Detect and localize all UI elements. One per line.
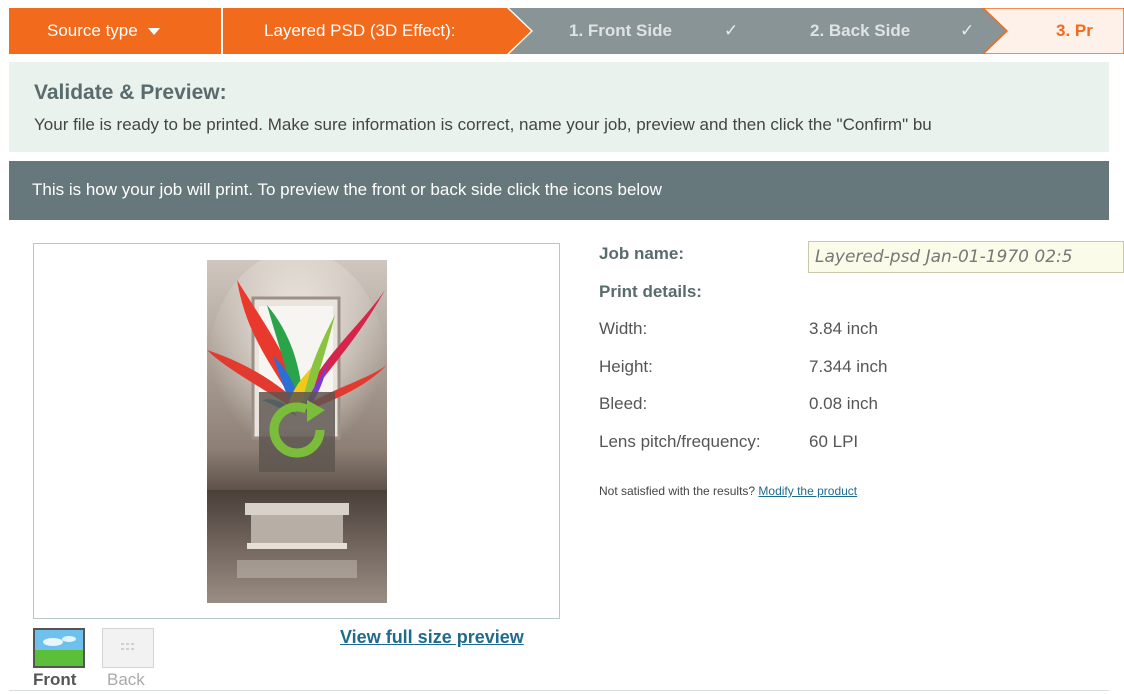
not-satisfied-note: Not satisfied with the results? Modify t… [599, 484, 857, 498]
width-label: Width: [599, 319, 648, 338]
preview-box [33, 243, 560, 619]
step-bar-background [9, 8, 1124, 54]
print-preview-image [207, 260, 387, 603]
validate-panel: Validate & Preview: Your file is ready t… [9, 62, 1109, 152]
print-details-label: Print details: [599, 282, 702, 301]
step-preview: 3. Pr [1056, 21, 1093, 40]
modify-product-link[interactable]: Modify the product [758, 484, 857, 498]
bleed-label: Bleed: [599, 394, 648, 413]
job-name-label: Job name: [599, 244, 685, 263]
preview-info-bar: This is how your job will print. To prev… [9, 161, 1109, 220]
front-label[interactable]: Front [33, 670, 76, 690]
width-value: 3.84 inch [809, 319, 878, 338]
bottom-divider [9, 690, 1109, 691]
back-side-thumbnail[interactable] [102, 628, 154, 668]
lens-pitch-label: Lens pitch/frequency: [599, 432, 761, 451]
back-label[interactable]: Back [107, 670, 145, 690]
source-type-label: Source type [47, 21, 138, 40]
step-front-side[interactable]: 1. Front Side [569, 8, 672, 54]
blank-page-icon [121, 643, 134, 650]
job-name-input[interactable] [808, 241, 1124, 273]
step-navigation-bar: Source type Layered PSD (3D Effect): 1. … [9, 8, 1124, 54]
preview-info-text: This is how your job will print. To prev… [32, 180, 662, 199]
front-side-thumbnail[interactable] [33, 628, 85, 668]
page-title: Validate & Preview: [34, 81, 227, 104]
view-full-size-preview-link[interactable]: View full size preview [340, 627, 524, 648]
landscape-icon [35, 630, 83, 666]
validate-instructions: Your file is ready to be printed. Make s… [34, 115, 932, 134]
checkmark-icon: ✓ [724, 21, 739, 40]
lens-pitch-value: 60 LPI [809, 432, 859, 451]
height-value: 7.344 inch [809, 357, 888, 376]
checkmark-icon: ✓ [960, 21, 975, 40]
source-type-dropdown[interactable]: Source type [47, 8, 160, 54]
bleed-value: 0.08 inch [809, 394, 878, 413]
step-back-side[interactable]: 2. Back Side [810, 8, 910, 54]
note-text: Not satisfied with the results? [599, 484, 756, 498]
height-label: Height: [599, 357, 653, 376]
chevron-down-icon [147, 28, 160, 36]
step-layered-psd: Layered PSD (3D Effect): [264, 21, 456, 40]
